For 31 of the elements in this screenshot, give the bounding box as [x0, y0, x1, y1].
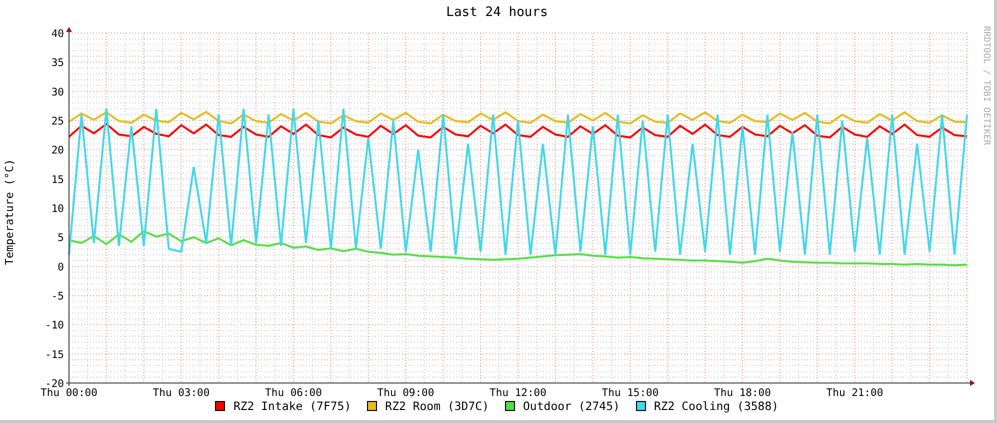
x-tick-label: Thu 03:00 [152, 387, 210, 398]
x-tick-label: Thu 18:00 [714, 387, 771, 398]
legend-swatch [505, 401, 515, 411]
y-axis-title: Temperature (°C) [2, 159, 17, 265]
x-tick-label: Thu 15:00 [602, 387, 659, 398]
y-tick-label: 15 [51, 174, 64, 186]
y-tick-label: -5 [51, 290, 64, 302]
x-tick-label: Thu 21:00 [826, 387, 884, 398]
x-tick-label: Thu 12:00 [490, 387, 546, 398]
legend-label: RZ2 Room (3D7C) [385, 398, 489, 414]
legend-label: RZ2 Cooling (3588) [654, 398, 779, 414]
y-tick-label: 0 [58, 261, 64, 274]
y-tick-label: 5 [58, 232, 64, 244]
legend-swatch [367, 401, 378, 411]
credit-text: RRDTOOL / TOBI OETIKER [980, 26, 992, 146]
x-tick-label: Thu 00:00 [40, 387, 98, 398]
y-tick-label: 40 [51, 28, 64, 40]
chart-title: Last 24 hours [445, 4, 549, 22]
y-tick-label: 20 [51, 144, 64, 157]
y-tick-label: -15 [45, 348, 64, 361]
y-tick-label: 35 [51, 57, 64, 70]
legend-label: Outdoor (2745) [523, 398, 620, 414]
legend-swatch [636, 401, 646, 411]
legend-label: RZ2 Intake (7F75) [233, 398, 352, 414]
y-tick-label: -10 [45, 320, 64, 332]
x-tick-label: Thu 06:00 [265, 387, 322, 398]
legend-swatch [215, 401, 226, 411]
y-tick-label: 25 [51, 116, 64, 128]
y-tick-label: 30 [51, 86, 64, 98]
x-tick-label: Thu 09:00 [377, 387, 434, 398]
y-tick-label: 10 [51, 203, 64, 215]
